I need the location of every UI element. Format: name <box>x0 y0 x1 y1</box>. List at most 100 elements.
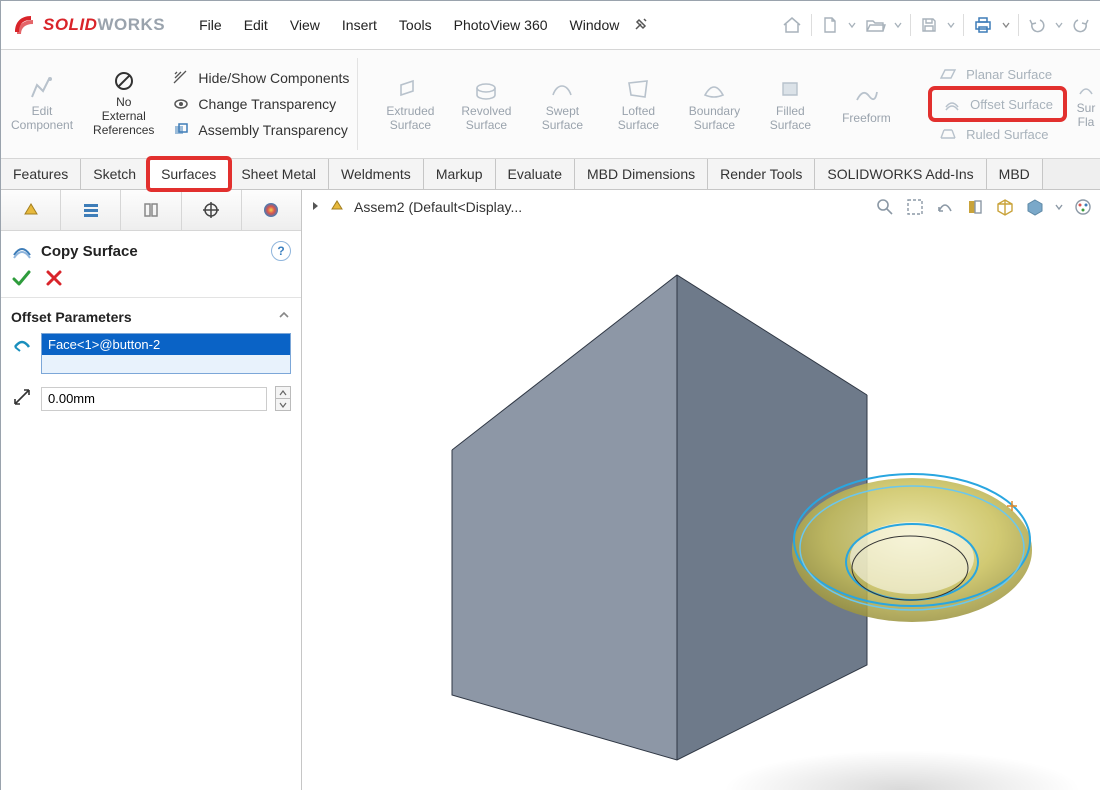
ok-cancel-row <box>1 265 301 298</box>
print-icon[interactable] <box>972 15 994 35</box>
hide-show-items-icon[interactable] <box>1055 197 1063 217</box>
solidworks-logo-icon <box>11 12 37 38</box>
flyout-expand-icon[interactable] <box>310 199 320 215</box>
offset-distance-input[interactable] <box>41 387 267 411</box>
change-transparency[interactable]: Change Transparency <box>172 95 349 113</box>
tab-surfaces[interactable]: Surfaces <box>149 159 229 189</box>
model-canvas[interactable] <box>302 220 1100 790</box>
tab-mbd[interactable]: MBD <box>987 159 1043 189</box>
redo-icon[interactable] <box>1071 15 1091 35</box>
document-name: Assem2 (Default<Display... <box>354 199 522 215</box>
previous-view-icon[interactable] <box>935 197 955 217</box>
face-selection-icon <box>11 333 33 358</box>
side-panel: Copy Surface ? Offset Parameters Face<1>… <box>1 190 302 790</box>
assembly-icon <box>328 196 346 217</box>
property-manager-tab[interactable] <box>61 190 121 230</box>
ruled-surface[interactable]: Ruled Surface <box>932 124 1063 144</box>
edit-component-button[interactable]: Edit Component <box>1 50 83 158</box>
body: Copy Surface ? Offset Parameters Face<1>… <box>1 190 1100 790</box>
pin-icon[interactable] <box>633 16 649 35</box>
ok-button[interactable] <box>11 269 31 287</box>
dimxpert-manager-tab[interactable] <box>182 190 242 230</box>
menu-bar: SOLIDWORKS File Edit View Insert Tools P… <box>1 1 1100 50</box>
view-orientation-icon[interactable] <box>995 197 1015 217</box>
zoom-to-area-icon[interactable] <box>905 197 925 217</box>
edit-appearance-icon[interactable] <box>1073 197 1093 217</box>
dropdown-icon[interactable] <box>1055 15 1063 35</box>
save-icon[interactable] <box>919 15 939 35</box>
filled-surface-button[interactable]: Filled Surface <box>752 50 828 158</box>
dropdown-icon[interactable] <box>894 15 902 35</box>
tab-weldments[interactable]: Weldments <box>329 159 424 189</box>
freeform-button[interactable]: Freeform <box>828 50 904 158</box>
offset-distance-icon <box>11 386 33 411</box>
group-header[interactable]: Offset Parameters <box>11 308 291 325</box>
display-manager-tab[interactable] <box>242 190 301 230</box>
configuration-manager-tab[interactable] <box>121 190 181 230</box>
dropdown-icon[interactable] <box>1002 15 1010 35</box>
tab-sketch[interactable]: Sketch <box>81 159 149 189</box>
ribbon: Edit Component No External References Hi… <box>1 50 1100 159</box>
main-menus: File Edit View Insert Tools PhotoView 36… <box>199 17 619 33</box>
tab-evaluate[interactable]: Evaluate <box>496 159 575 189</box>
tab-features[interactable]: Features <box>1 159 81 189</box>
selection-list[interactable]: Face<1>@button-2 <box>41 333 291 374</box>
tab-solidworks-add-ins[interactable]: SOLIDWORKS Add-Ins <box>815 159 986 189</box>
boundary-surface-button[interactable]: Boundary Surface <box>676 50 752 158</box>
surface-flatten-button[interactable]: Sur Fla <box>1071 50 1100 158</box>
menu-photoview[interactable]: PhotoView 360 <box>454 17 548 33</box>
section-view-icon[interactable] <box>965 197 985 217</box>
revolved-surface-button[interactable]: Revolved Surface <box>448 50 524 158</box>
tab-mbd-dimensions[interactable]: MBD Dimensions <box>575 159 708 189</box>
lofted-surface-button[interactable]: Lofted Surface <box>600 50 676 158</box>
offset-parameters-group: Offset Parameters Face<1>@button-2 <box>1 298 301 417</box>
offset-distance-row <box>11 386 291 411</box>
ribbon-surface-submenu: Planar Surface Offset Surface Ruled Surf… <box>928 50 1071 158</box>
feature-manager-tab[interactable] <box>1 190 61 230</box>
help-icon[interactable]: ? <box>271 241 291 261</box>
tab-markup[interactable]: Markup <box>424 159 496 189</box>
propman-header: Copy Surface ? <box>1 231 301 265</box>
app-window: SOLIDWORKS File Edit View Insert Tools P… <box>0 0 1100 790</box>
menu-insert[interactable]: Insert <box>342 17 377 33</box>
undo-icon[interactable] <box>1027 15 1047 35</box>
quick-access-toolbar <box>781 14 1091 36</box>
home-icon[interactable] <box>781 15 803 35</box>
hide-show-components[interactable]: Hide/Show Components <box>172 69 349 87</box>
swept-surface-button[interactable]: Swept Surface <box>524 50 600 158</box>
tab-render-tools[interactable]: Render Tools <box>708 159 815 189</box>
spinner-up[interactable] <box>275 386 291 399</box>
viewport-header: Assem2 (Default<Display... <box>310 196 1093 217</box>
distance-spinner <box>275 386 291 411</box>
selected-face[interactable]: Face<1>@button-2 <box>42 334 290 355</box>
ribbon-transparency-list: Hide/Show Components Change Transparency… <box>164 50 357 158</box>
menu-window[interactable]: Window <box>570 17 620 33</box>
display-style-icon[interactable] <box>1025 197 1045 217</box>
propman-title: Copy Surface <box>41 243 138 260</box>
menu-edit[interactable]: Edit <box>244 17 268 33</box>
app-title: SOLIDWORKS <box>43 15 165 35</box>
heads-up-toolbar <box>875 197 1093 217</box>
offset-surface[interactable]: Offset Surface <box>932 90 1063 118</box>
zoom-to-fit-icon[interactable] <box>875 197 895 217</box>
extruded-surface-button[interactable]: Extruded Surface <box>372 50 448 158</box>
no-external-references-button[interactable]: No External References <box>83 50 164 158</box>
open-icon[interactable] <box>864 15 886 35</box>
menu-view[interactable]: View <box>290 17 320 33</box>
side-panel-tabs <box>1 190 301 231</box>
graphics-viewport[interactable]: Assem2 (Default<Display... <box>302 190 1100 790</box>
spinner-down[interactable] <box>275 399 291 411</box>
tab-sheet-metal[interactable]: Sheet Metal <box>229 159 329 189</box>
menu-tools[interactable]: Tools <box>399 17 432 33</box>
copy-surface-icon <box>11 241 33 261</box>
dropdown-icon[interactable] <box>848 15 856 35</box>
app-logo: SOLIDWORKS <box>11 12 195 38</box>
cancel-button[interactable] <box>45 269 63 287</box>
new-icon[interactable] <box>820 15 840 35</box>
chevron-up-icon <box>277 308 291 325</box>
menu-file[interactable]: File <box>199 17 222 33</box>
dropdown-icon[interactable] <box>947 15 955 35</box>
assembly-transparency[interactable]: Assembly Transparency <box>172 121 349 139</box>
planar-surface[interactable]: Planar Surface <box>932 64 1063 84</box>
torus-geometry <box>772 440 1052 660</box>
